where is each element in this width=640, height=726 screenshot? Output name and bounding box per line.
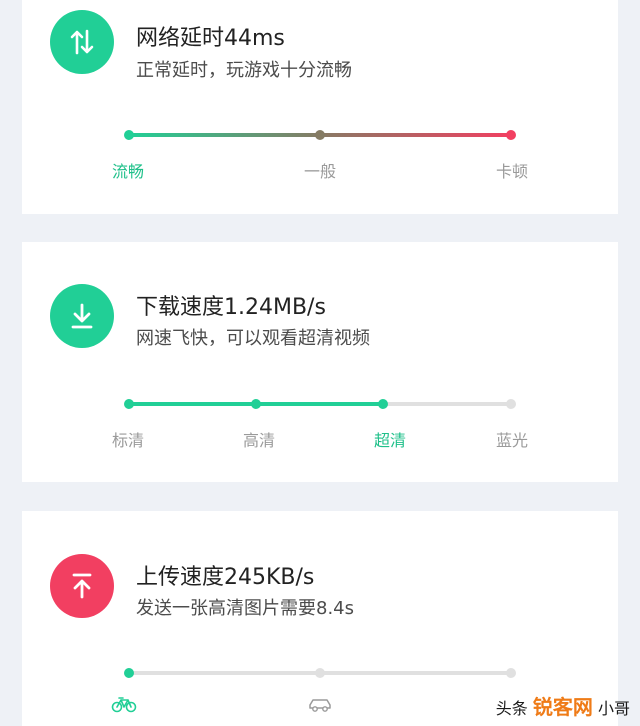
download-title: 下载速度1.24MB/s	[136, 295, 326, 320]
download-dot-sd	[124, 399, 134, 409]
upload-icon	[72, 573, 92, 599]
latency-dot-normal	[315, 130, 325, 140]
latency-icon-circle	[50, 10, 114, 74]
download-icon	[71, 303, 93, 329]
watermark-text-right: 小哥	[597, 699, 630, 718]
watermark-brand: 锐客网	[532, 695, 593, 719]
download-level-sd: 标清	[111, 431, 145, 450]
download-card: 下载速度1.24MB/s 网速飞快，可以观看超清视频 标清 高清 超清 蓝光	[22, 242, 618, 482]
upload-icon-circle	[50, 554, 114, 618]
upload-title: 上传速度245KB/s	[136, 565, 315, 590]
car-icon	[309, 699, 331, 712]
latency-level-smooth: 流畅	[111, 162, 145, 181]
upload-subtitle: 发送一张高清图片需要8.4s	[136, 598, 355, 619]
download-dot-fhd	[378, 399, 388, 409]
download-icon-circle	[50, 284, 114, 348]
bicycle-icon	[111, 697, 137, 713]
download-dot-bluray	[506, 399, 516, 409]
download-level-hd: 高清	[242, 431, 276, 450]
download-dot-hd	[251, 399, 261, 409]
upload-dot-bicycle	[124, 668, 134, 678]
watermark-text-left: 头条	[495, 699, 528, 718]
latency-level-lag: 卡顿	[495, 162, 529, 181]
latency-subtitle: 正常延时，玩游戏十分流畅	[136, 60, 352, 81]
upload-dot-car	[315, 668, 325, 678]
latency-title: 网络延时44ms	[136, 26, 285, 51]
swap-vertical-arrows-icon	[70, 29, 94, 55]
download-subtitle: 网速飞快，可以观看超清视频	[136, 328, 370, 349]
download-level-fhd: 超清	[373, 431, 407, 450]
latency-dot-lag	[506, 130, 516, 140]
download-level-bluray: 蓝光	[495, 431, 529, 450]
watermark: 头条 锐客网 小哥	[496, 691, 630, 720]
latency-level-normal: 一般	[303, 162, 337, 181]
latency-card: 网络延时44ms 正常延时，玩游戏十分流畅 流畅 一般 卡顿	[22, 0, 618, 214]
latency-dot-smooth	[124, 130, 134, 140]
upload-dot-plane	[506, 668, 516, 678]
